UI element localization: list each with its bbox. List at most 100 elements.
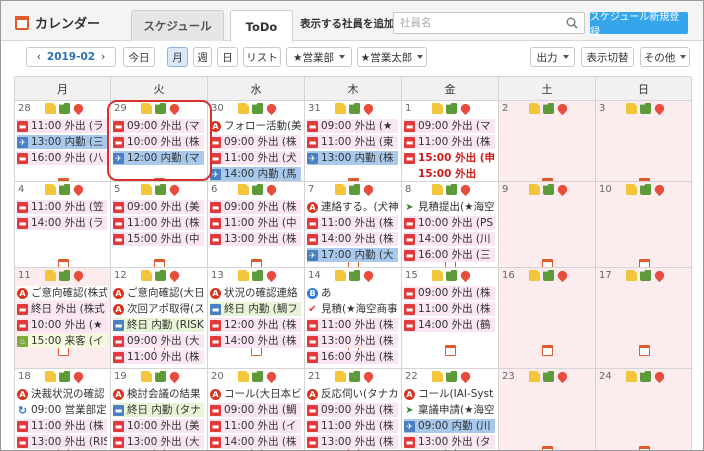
calendar-icon[interactable]: [542, 345, 553, 356]
folder-icon[interactable]: [59, 184, 70, 195]
schedule-event[interactable]: A ご意向確認(大日: [113, 286, 204, 300]
day-cell[interactable]: 16: [499, 268, 596, 369]
memo-icon[interactable]: [432, 270, 443, 281]
location-pin-icon[interactable]: [167, 369, 182, 384]
schedule-event[interactable]: ▬ 12:00 外出 (株: [210, 318, 301, 332]
day-cell[interactable]: 14 B あ ✔ 見積(★海空商事 ▬ 11:00 外出 (株 ▬ 13:00 外出 (株 ▬ 16…: [305, 268, 402, 369]
day-cell[interactable]: 22 A コール(IAI-Syst ➤ 稟議申請(★海空 ✈ 09:00 内勤 (川 ▬ 13:…: [402, 369, 499, 450]
output-dropdown[interactable]: 出力: [530, 47, 575, 67]
schedule-event[interactable]: ▬ 09:00 外出 (株: [404, 286, 495, 300]
day-cell[interactable]: 5 ▬ 09:00 外出 (美 ▬ 11:00 外出 (株 ▬ 15:00 外出 (中: [111, 182, 208, 268]
day-cell[interactable]: 3: [596, 101, 692, 182]
day-cell[interactable]: 19 A 検討会議の結果 ▬ 終日 内勤 (タナ ▬ 10:00 外出 (美 ▬ 13:00 外…: [111, 369, 208, 450]
schedule-event[interactable]: ▬ 10:00 外出 (PS: [404, 216, 495, 230]
schedule-event[interactable]: ▬ 11:00 外出 (イ: [210, 419, 301, 433]
schedule-event[interactable]: ▬ 14:00 外出 (株: [307, 232, 398, 246]
day-number[interactable]: 11: [18, 270, 31, 281]
folder-icon[interactable]: [543, 270, 554, 281]
location-pin-icon[interactable]: [264, 182, 279, 197]
schedule-event[interactable]: ✔ 見積(★海空商事: [307, 302, 398, 316]
day-number[interactable]: 12: [114, 270, 127, 281]
employee-search-input[interactable]: [394, 13, 554, 33]
schedule-event[interactable]: ▬ 13:00 外出 (大: [113, 435, 204, 449]
schedule-event[interactable]: ▬ 09:00 外出 (マ: [404, 119, 495, 133]
day-cell[interactable]: 31 ▬ 09:00 外出 (★ ▬ 11:00 外出 (東 ✈ 13:00 内勤 (株: [305, 101, 402, 182]
location-pin-icon[interactable]: [167, 101, 182, 116]
folder-icon[interactable]: [446, 184, 457, 195]
schedule-event[interactable]: ▬ 09:00 外出 (美: [113, 200, 204, 214]
day-number[interactable]: 9: [502, 184, 508, 195]
folder-icon[interactable]: [59, 270, 70, 281]
day-number[interactable]: 15: [405, 270, 418, 281]
schedule-event[interactable]: ▬ 09:00 外出 (マ: [113, 119, 204, 133]
schedule-event[interactable]: ▬ 11:00 外出 (株: [404, 302, 495, 316]
schedule-event[interactable]: ▬ 11:00 外出 (株: [113, 216, 204, 230]
calendar-icon[interactable]: [445, 345, 456, 356]
folder-icon[interactable]: [349, 103, 360, 114]
schedule-event[interactable]: ✈ 09:00 内勤 (川: [404, 419, 495, 433]
folder-icon[interactable]: [640, 184, 651, 195]
schedule-event[interactable]: ▬ 14:00 外出 (鶴: [404, 318, 495, 332]
tab-schedule[interactable]: スケジュール: [131, 10, 224, 41]
day-number[interactable]: 22: [405, 371, 418, 382]
folder-icon[interactable]: [59, 371, 70, 382]
schedule-event[interactable]: ▬ 15:00 外出 (中: [113, 232, 204, 246]
folder-icon[interactable]: [59, 103, 70, 114]
schedule-event[interactable]: ➤ 見積提出(★海空: [404, 200, 495, 214]
memo-icon[interactable]: [529, 270, 540, 281]
day-number[interactable]: 21: [308, 371, 321, 382]
folder-icon[interactable]: [252, 371, 263, 382]
schedule-event[interactable]: A コール(IAI-Syst: [404, 387, 495, 401]
memo-icon[interactable]: [529, 184, 540, 195]
calendar-icon[interactable]: [639, 345, 650, 356]
calendar-icon[interactable]: [639, 259, 650, 267]
location-pin-icon[interactable]: [555, 182, 570, 197]
other-dropdown[interactable]: その他: [640, 47, 690, 67]
day-cell[interactable]: 10: [596, 182, 692, 268]
folder-icon[interactable]: [252, 103, 263, 114]
day-number[interactable]: 13: [211, 270, 224, 281]
day-number[interactable]: 8: [405, 184, 411, 195]
schedule-event[interactable]: ▬ 10:00 外出 (美: [113, 419, 204, 433]
memo-icon[interactable]: [238, 270, 249, 281]
schedule-event[interactable]: ▬ 09:00 外出 (★: [307, 119, 398, 133]
location-pin-icon[interactable]: [361, 268, 376, 283]
day-number[interactable]: 19: [114, 371, 127, 382]
memo-icon[interactable]: [335, 103, 346, 114]
schedule-event[interactable]: ▬ 14:00 外出 (ラ: [17, 216, 107, 230]
memo-icon[interactable]: [626, 270, 637, 281]
schedule-event[interactable]: ▬ 09:00 外出 (株: [307, 403, 398, 417]
memo-icon[interactable]: [45, 371, 56, 382]
day-number[interactable]: 3: [599, 103, 605, 114]
schedule-event[interactable]: ▬ 11:00 外出 (株: [307, 318, 398, 332]
folder-icon[interactable]: [640, 371, 651, 382]
memo-icon[interactable]: [45, 184, 56, 195]
day-cell[interactable]: 29 ▬ 09:00 外出 (マ ▬ 10:00 外出 (株 ✈ 12:00 内勤 (マ: [111, 101, 208, 182]
toggle-display-button[interactable]: 表示切替: [581, 47, 634, 67]
memo-icon[interactable]: [238, 371, 249, 382]
folder-icon[interactable]: [446, 371, 457, 382]
location-pin-icon[interactable]: [652, 182, 667, 197]
schedule-event[interactable]: ▬ 13:00 外出 (株: [307, 435, 398, 449]
memo-icon[interactable]: [432, 371, 443, 382]
schedule-event[interactable]: ▬ 11:00 外出 (株: [17, 419, 107, 433]
tab-todo[interactable]: ToDo: [230, 10, 293, 42]
day-number[interactable]: 18: [18, 371, 31, 382]
view-day-button[interactable]: 日: [217, 47, 238, 67]
day-number[interactable]: 6: [211, 184, 217, 195]
schedule-event[interactable]: ▬ 11:00 外出 (株: [113, 350, 204, 364]
schedule-event[interactable]: ✈ 13:00 内勤 (三: [17, 135, 107, 149]
day-cell[interactable]: 8 ➤ 見積提出(★海空 ▬ 10:00 外出 (PS ▬ 14:00 外出 (川 ▬ 16:0…: [402, 182, 499, 268]
folder-icon[interactable]: [640, 270, 651, 281]
day-number[interactable]: 7: [308, 184, 314, 195]
schedule-event[interactable]: ▬ 11:00 外出 (株: [307, 216, 398, 230]
memo-icon[interactable]: [626, 184, 637, 195]
schedule-event[interactable]: ▬ 11:00 外出 (東: [307, 135, 398, 149]
day-number[interactable]: 29: [114, 103, 127, 114]
schedule-event[interactable]: ▬ 16:00 外出 (株: [307, 350, 398, 364]
location-pin-icon[interactable]: [71, 182, 86, 197]
memo-icon[interactable]: [432, 184, 443, 195]
schedule-event[interactable]: ▬ 11:00 外出 (ラ: [17, 119, 107, 133]
location-pin-icon[interactable]: [652, 268, 667, 283]
schedule-event[interactable]: ▬ 10:00 外出 (★: [17, 318, 107, 332]
